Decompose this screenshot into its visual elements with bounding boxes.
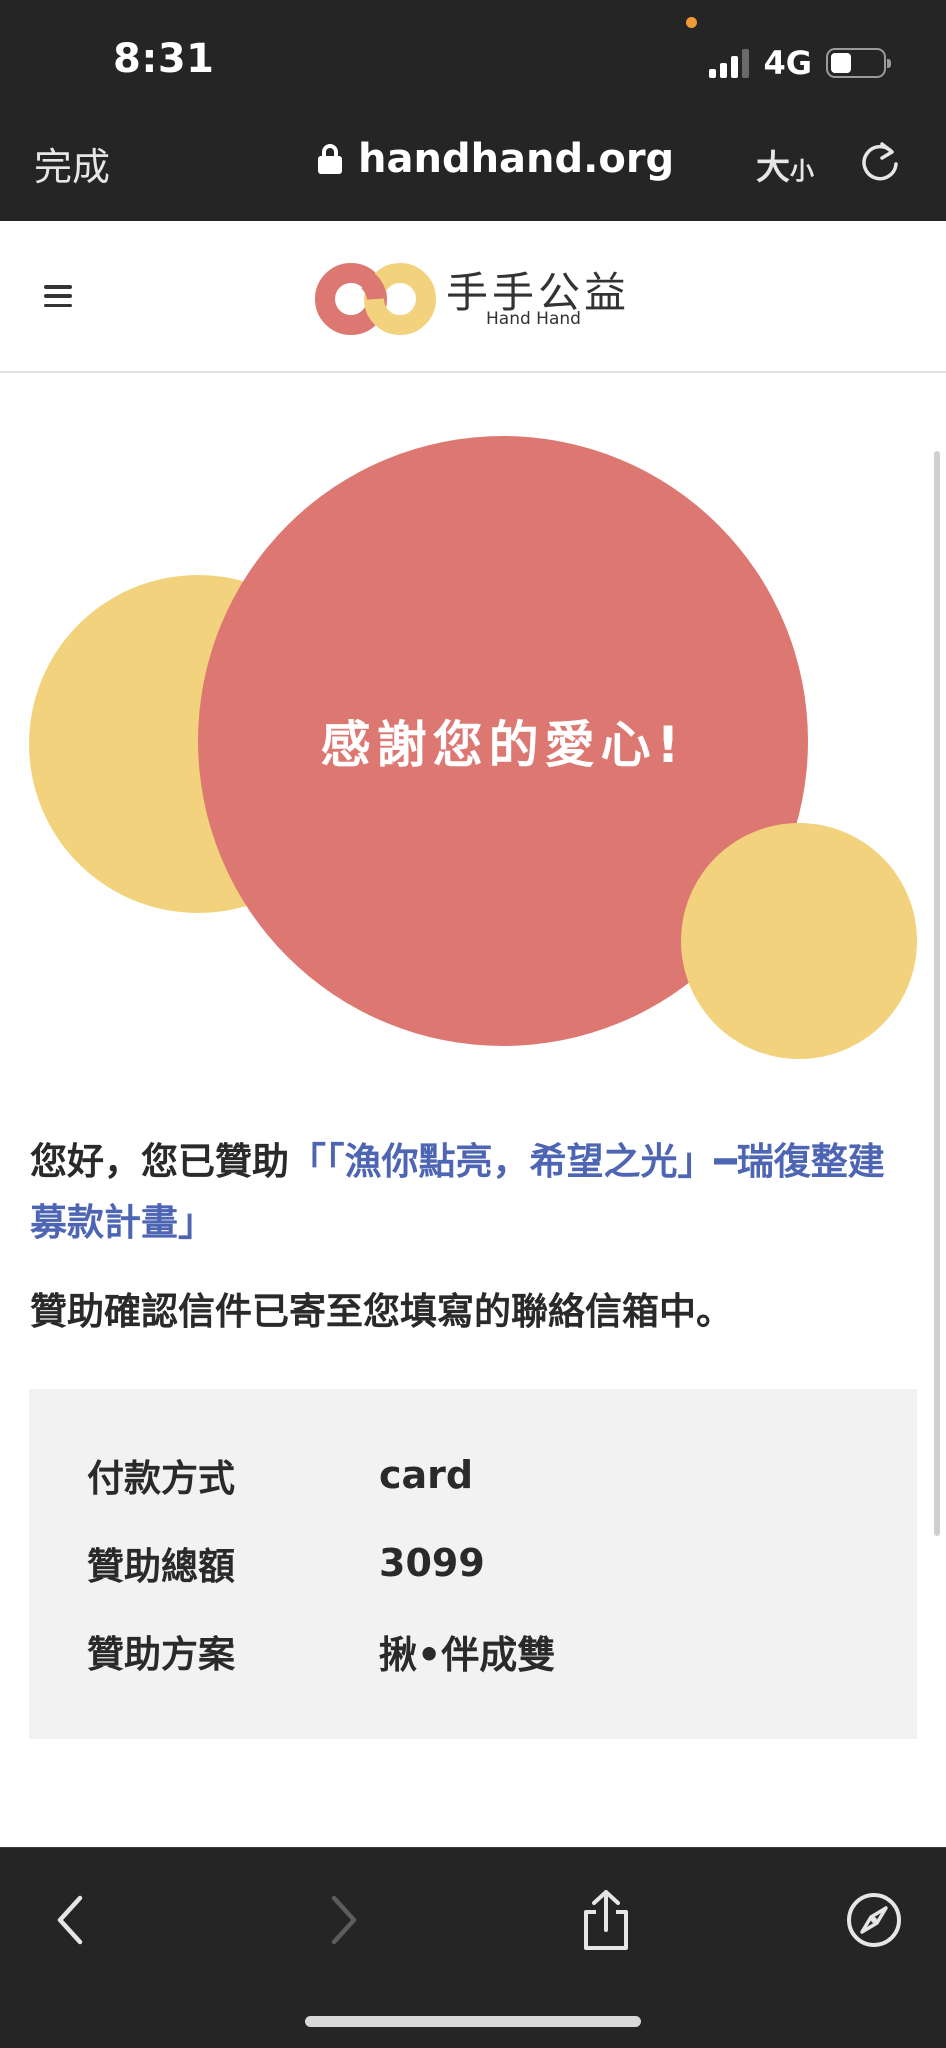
browser-top-chrome: 8:31 4G 完成 handhand.org 大小 [0,0,946,221]
detail-value: 3099 [379,1541,485,1585]
detail-label: 贊助方案 [87,1633,235,1676]
hamburger-menu-icon[interactable] [44,285,72,307]
cellular-signal-icon [709,48,750,78]
back-icon[interactable] [40,1888,104,1952]
logo-rings-icon [315,263,436,335]
detail-row-payment: 付款方式 card [87,1445,473,1505]
status-time: 8:31 [113,36,215,82]
done-button[interactable]: 完成 [34,136,110,191]
url-display[interactable]: handhand.org [318,136,674,182]
detail-row-plan: 贊助方案 揪•伴成雙 [87,1621,555,1681]
reload-icon[interactable] [856,138,904,186]
browser-toolbar [0,1847,946,2048]
donation-details-box: 付款方式 card 贊助總額 3099 贊助方案 揪•伴成雙 [29,1389,917,1739]
text-size-button[interactable]: 大小 [756,140,814,189]
detail-label: 付款方式 [87,1457,235,1500]
battery-level [831,53,851,73]
detail-label: 贊助總額 [87,1545,235,1588]
battery-icon [826,48,891,78]
site-logo[interactable]: 手手公益 Hand Hand [314,257,644,337]
confirmation-message: 贊助確認信件已寄至您填寫的聯絡信箱中。 [30,1290,733,1333]
privacy-indicator-dot [686,17,697,28]
page-scrollbar[interactable] [934,451,940,1536]
share-icon[interactable] [574,1888,638,1952]
sponsor-message: 您好，您已贊助「「漁你點亮，希望之光」━瑞復整建募款計畫」 [30,1131,910,1253]
logo-subtitle: Hand Hand [486,309,581,329]
url-text: handhand.org [358,136,675,182]
decorative-circle-right [681,823,917,1059]
forward-icon[interactable] [310,1888,374,1952]
detail-row-amount: 贊助總額 3099 [87,1533,485,1593]
network-type: 4G [763,44,812,82]
browser-address-bar: 完成 handhand.org 大小 [0,120,946,200]
sponsor-prefix: 您好，您已贊助 [30,1140,289,1183]
detail-value: 揪•伴成雙 [379,1632,556,1677]
web-page: 手手公益 Hand Hand 感謝您的愛心! 您好，您已贊助「「漁你點亮，希望之… [0,221,946,1847]
home-indicator[interactable] [305,2016,641,2027]
compass-icon[interactable] [842,1888,906,1952]
site-header: 手手公益 Hand Hand [0,221,946,373]
lock-icon [318,144,342,174]
status-indicators: 4G [709,44,891,82]
detail-value: card [379,1453,474,1497]
